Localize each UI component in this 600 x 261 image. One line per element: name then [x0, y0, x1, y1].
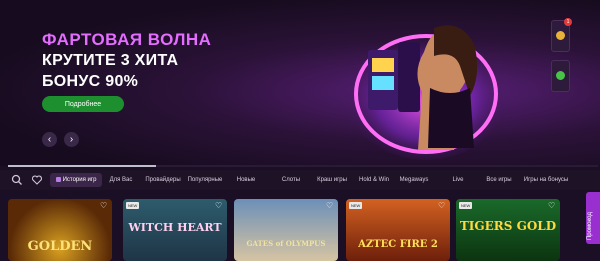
- heart-icon[interactable]: ♡: [100, 202, 108, 210]
- hero-banner[interactable]: ФАРТОВАЯ ВОЛНА КРУТИТЕ 3 ХИТА БОНУС 90% …: [0, 0, 600, 166]
- category-bar: История игр Для Вас Провайдеры Популярны…: [0, 170, 600, 190]
- tab-label: История игр: [62, 177, 97, 183]
- game-card[interactable]: NEW ♡ AZTEC FIRE 2: [346, 199, 450, 261]
- game-title: GATES of OLYMPUS: [246, 239, 326, 248]
- more-button[interactable]: Подробнее: [42, 96, 124, 112]
- hero-title: ФАРТОВАЯ ВОЛНА: [42, 30, 212, 49]
- tab-live[interactable]: Live: [446, 173, 470, 187]
- hero-subtitle-1: КРУТИТЕ 3 ХИТА: [42, 52, 179, 69]
- tab-history[interactable]: История игр: [50, 173, 102, 187]
- game-card[interactable]: NEW ♡ TIGERS GOLD: [456, 199, 560, 261]
- heart-icon[interactable]: ♡: [326, 202, 334, 210]
- hero-subtitle-2: БОНУС 90%: [42, 73, 139, 90]
- bonus-badge[interactable]: [551, 60, 570, 92]
- game-card[interactable]: ♡ GATES of OLYMPUS: [234, 199, 338, 261]
- game-card[interactable]: ♡ GOLDEN: [8, 199, 112, 261]
- next-slide-button[interactable]: ›: [64, 132, 79, 147]
- prev-slide-button[interactable]: ‹: [42, 132, 57, 147]
- badge-count: 1: [564, 18, 572, 26]
- tab-bonus-games[interactable]: Игры на бонусы: [522, 173, 570, 187]
- hero-illustration: [346, 25, 506, 160]
- game-grid: ♡ GOLDEN NEW ♡ WITCH HEART ♡ GATES of OL…: [0, 196, 600, 261]
- new-badge: NEW: [126, 202, 140, 209]
- slide-progress-fill: [8, 165, 156, 167]
- game-title: GOLDEN: [27, 239, 93, 254]
- tab-popular[interactable]: Популярные: [185, 173, 225, 187]
- game-title: AZTEC FIRE 2: [358, 239, 438, 250]
- slide-progress: [8, 165, 598, 167]
- tab-crash[interactable]: Краш игры: [313, 173, 351, 187]
- favorites-icon[interactable]: [30, 173, 44, 187]
- promo-code-label: Промокод: [587, 212, 593, 240]
- heart-icon[interactable]: ♡: [215, 202, 223, 210]
- tab-providers[interactable]: Провайдеры: [143, 173, 183, 187]
- chip-icon: [556, 71, 565, 80]
- game-title: WITCH HEART: [128, 221, 222, 234]
- tab-for-you[interactable]: Для Вас: [106, 173, 136, 187]
- heart-icon[interactable]: ♡: [548, 202, 556, 210]
- tab-new[interactable]: Новые: [231, 173, 261, 187]
- gift-icon: [556, 31, 565, 40]
- search-icon[interactable]: [10, 173, 24, 187]
- heart-icon[interactable]: ♡: [438, 202, 446, 210]
- game-card[interactable]: NEW ♡ WITCH HEART: [123, 199, 227, 261]
- tab-megaways[interactable]: Megaways: [397, 173, 431, 187]
- new-badge: NEW: [459, 202, 473, 209]
- tab-slots[interactable]: Слоты: [276, 173, 306, 187]
- promo-code-tab[interactable]: Промокод: [586, 192, 600, 244]
- history-icon: [55, 176, 61, 182]
- new-badge: NEW: [349, 202, 363, 209]
- tab-all-games[interactable]: Все игры: [482, 173, 516, 187]
- notification-badge[interactable]: 1: [551, 18, 572, 52]
- tab-hold-win[interactable]: Hold & Win: [355, 173, 393, 187]
- game-title: TIGERS GOLD: [459, 219, 557, 233]
